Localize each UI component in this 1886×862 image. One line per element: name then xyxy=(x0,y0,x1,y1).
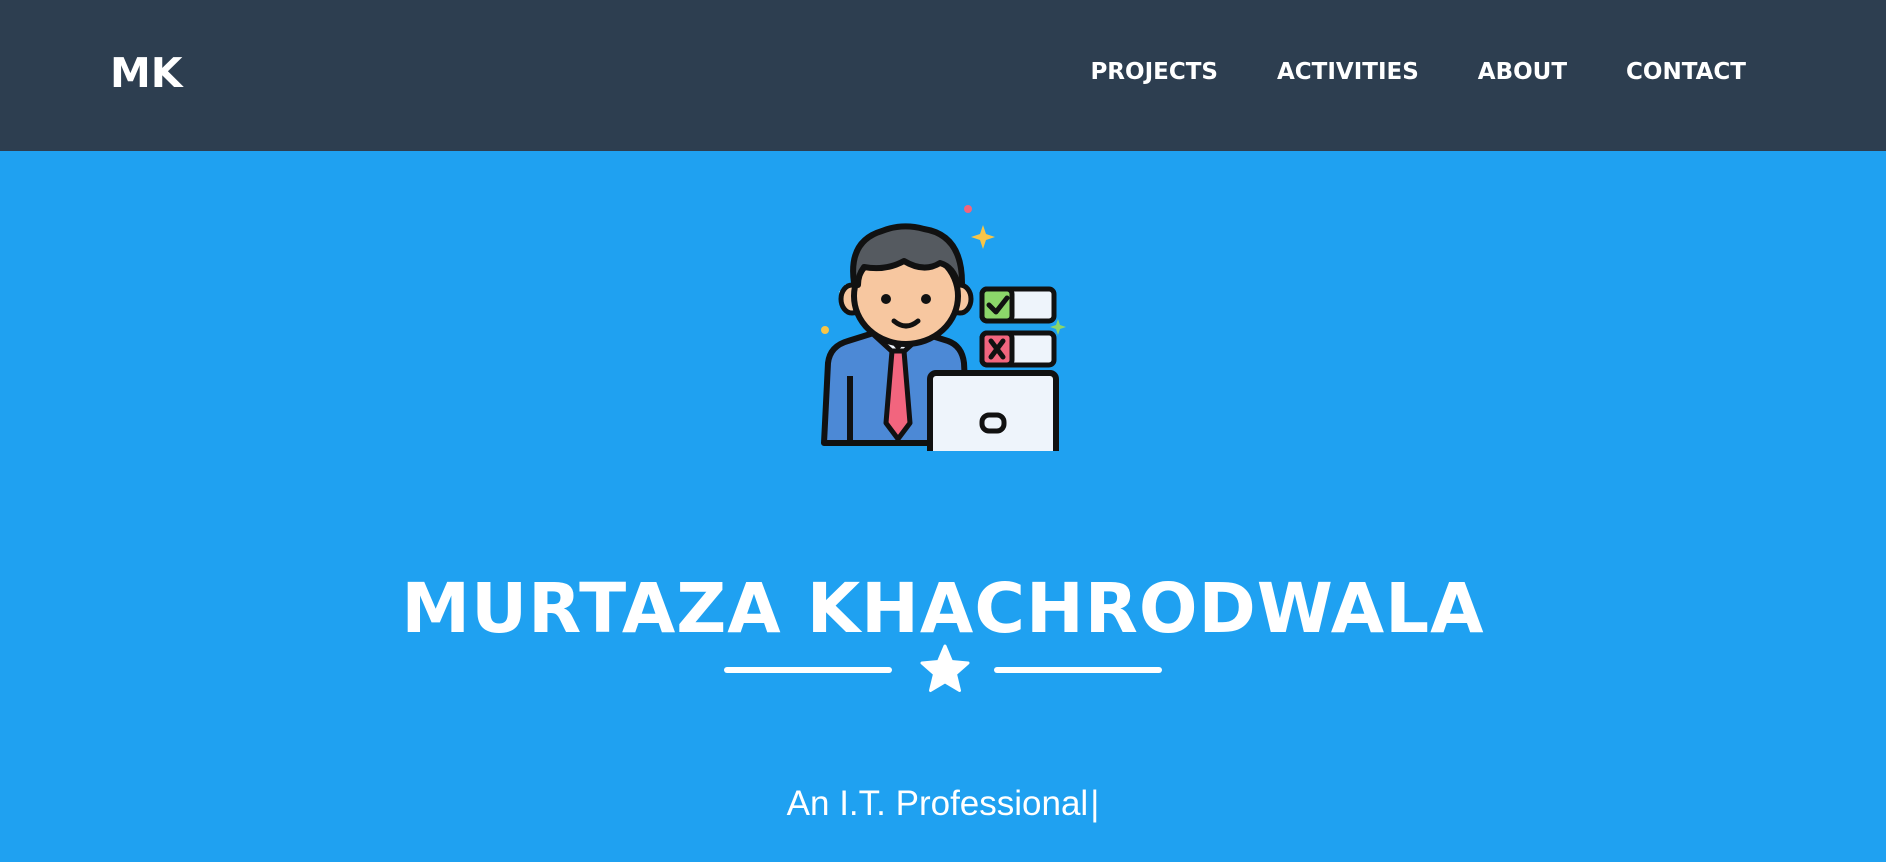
divider-line-right xyxy=(994,667,1162,673)
divider-line-left xyxy=(724,667,892,673)
typing-cursor: | xyxy=(1090,784,1100,823)
nav-link-about[interactable]: ABOUT xyxy=(1478,56,1567,88)
main-nav: PROJECTS ACTIVITIES ABOUT CONTACT xyxy=(1090,56,1746,88)
nav-link-contact[interactable]: CONTACT xyxy=(1626,56,1746,88)
star-icon xyxy=(920,644,970,692)
nav-link-activities[interactable]: ACTIVITIES xyxy=(1277,56,1419,88)
title-divider xyxy=(724,643,1162,697)
it-professional-avatar-icon xyxy=(821,205,1066,451)
hero-title: MURTAZA KHACHRODWALA xyxy=(401,569,1485,650)
subtitle-text: An I.T. Professional xyxy=(786,784,1089,823)
hero-subtitle: An I.T. Professional| xyxy=(0,780,1886,828)
hero-section: MURTAZA KHACHRODWALA An I.T. Professiona… xyxy=(0,151,1886,862)
brand-logo[interactable]: MK xyxy=(110,48,183,98)
nav-link-projects[interactable]: PROJECTS xyxy=(1090,56,1218,88)
top-navbar: MK PROJECTS ACTIVITIES ABOUT CONTACT xyxy=(0,0,1886,151)
